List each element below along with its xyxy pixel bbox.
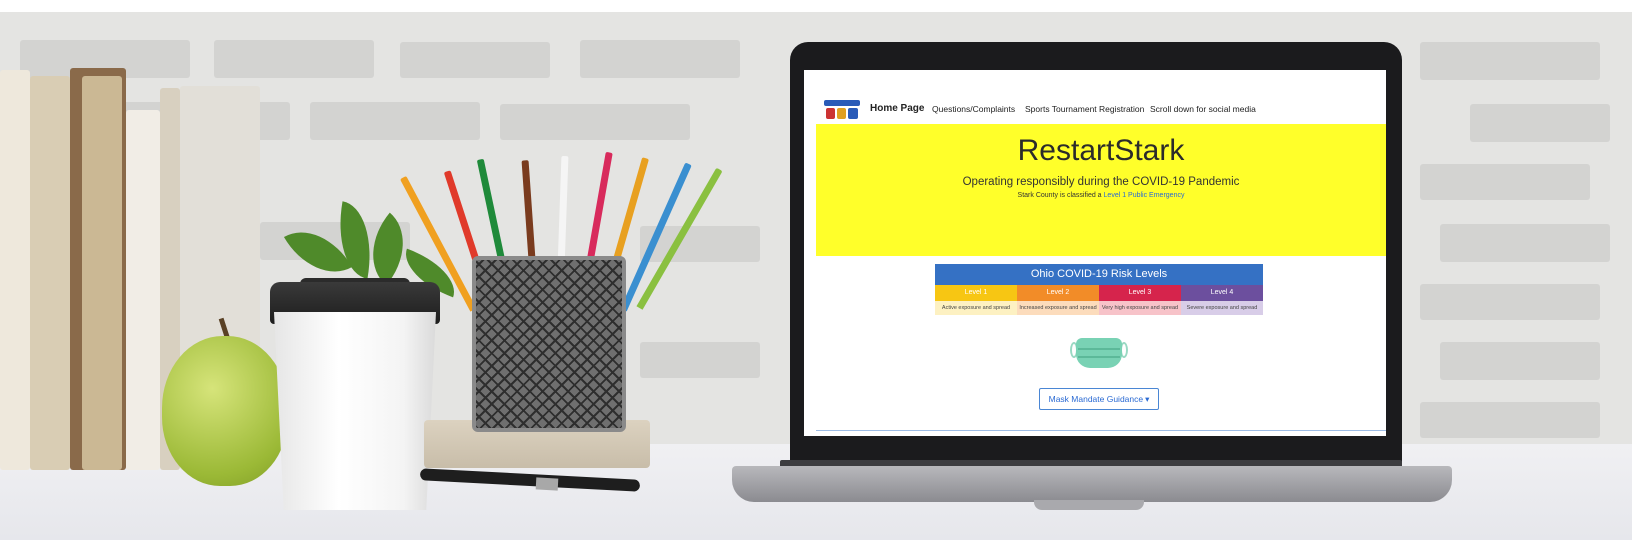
green-apple [162,336,288,486]
classification-note: Stark County is classified a Level 1 Pub… [816,192,1386,199]
risk-description-row: Active exposure and spread Increased exp… [935,301,1263,315]
risk-level-4: Level 4 [1181,285,1263,301]
nav-questions-complaints[interactable]: Questions/Complaints [932,104,1015,114]
risk-desc-3: Very high exposure and spread [1099,301,1181,315]
laptop-base [732,466,1452,502]
hero-subtitle: Operating responsibly during the COVID-1… [962,176,1240,188]
nav-sports-registration[interactable]: Sports Tournament Registration [1025,104,1144,114]
level-1-emergency-link[interactable]: Level 1 Public Emergency [1104,192,1185,199]
coffee-cup [274,312,436,510]
risk-desc-4: Severe exposure and spread [1181,301,1263,315]
chevron-down-icon: ▾ [1145,393,1150,404]
risk-desc-1: Active exposure and spread [935,301,1017,315]
nav-home-link[interactable]: Home Page [870,103,924,114]
risk-level-3: Level 3 [1099,285,1181,301]
risk-level-2: Level 2 [1017,285,1099,301]
site-navbar: Home Page Questions/Complaints Sports To… [804,98,1386,124]
risk-level-row: Level 1 Level 2 Level 3 Level 4 [935,285,1263,301]
nav-social-media[interactable]: Scroll down for social media [1150,104,1256,114]
risk-desc-2: Increased exposure and spread [1017,301,1099,315]
hero-title: RestartStark [1017,134,1185,167]
risk-levels-table: Ohio COVID-19 Risk Levels Level 1 Level … [935,264,1263,316]
laptop-screen: Home Page Questions/Complaints Sports To… [804,70,1386,436]
face-mask-icon [1070,334,1128,370]
classification-prefix: Stark County is classified a [1017,192,1102,199]
mesh-pencil-holder [472,256,626,432]
risk-level-1: Level 1 [935,285,1017,301]
desk-scene-photo: Home Page Questions/Complaints Sports To… [0,0,1632,560]
section-divider [816,430,1386,431]
risk-levels-title: Ohio COVID-19 Risk Levels [935,264,1263,285]
site-logo[interactable] [824,100,860,120]
mask-mandate-guidance-button[interactable]: Mask Mandate Guidance ▾ [1039,388,1159,410]
hero-banner: RestartStark Operating responsibly durin… [816,124,1386,256]
mask-guidance-label: Mask Mandate Guidance [1048,394,1144,404]
laptop-trackpad [1034,500,1144,510]
